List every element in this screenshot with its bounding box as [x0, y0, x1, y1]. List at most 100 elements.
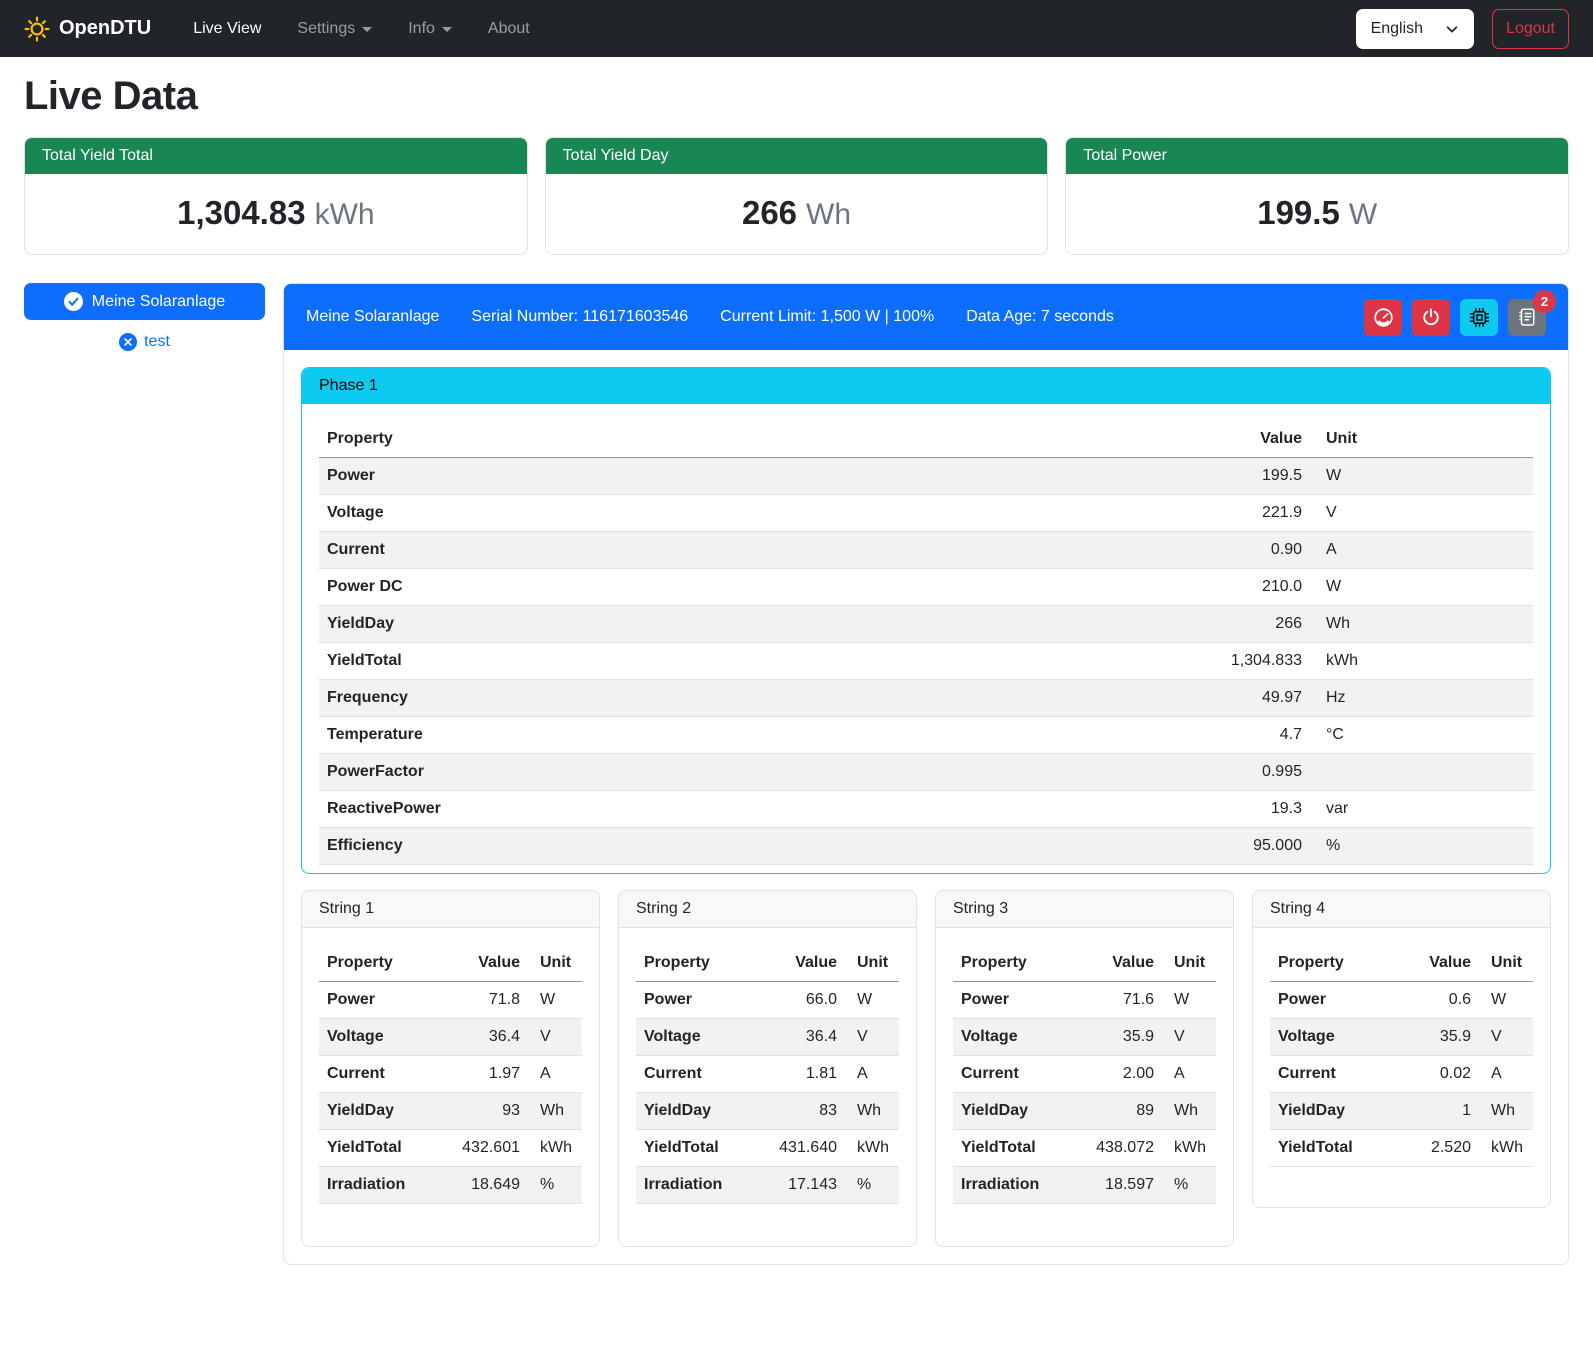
string-3-card: String 3 Property Value Unit	[935, 890, 1234, 1247]
phase-title: Phase 1	[302, 368, 1550, 404]
total-yield-day-card: Total Yield Day 266Wh	[545, 137, 1049, 255]
power-icon	[1421, 307, 1441, 327]
unit-cell: A	[1166, 1056, 1216, 1093]
property-cell: Power	[319, 982, 444, 1019]
selected-inverter-button[interactable]: Meine Solaranlage	[24, 283, 265, 320]
card-title: Total Power	[1066, 138, 1568, 174]
inverter-actions: 2	[1364, 299, 1546, 336]
column-header-property: Property	[1270, 945, 1395, 982]
unit-cell: W	[1318, 458, 1533, 495]
unit-cell: kWh	[1318, 643, 1533, 680]
total-power-value: 199.5	[1257, 194, 1340, 231]
table-row: YieldTotal432.601kWh	[319, 1130, 582, 1167]
unit-cell: kWh	[1483, 1130, 1533, 1167]
table-row: YieldDay83Wh	[636, 1093, 899, 1130]
string-4-table: Property Value Unit Power0.6WVoltage35.9…	[1270, 945, 1533, 1167]
nav-item-settings[interactable]: Settings	[281, 12, 388, 46]
table-row: YieldDay93Wh	[319, 1093, 582, 1130]
total-yield-total-unit: kWh	[315, 198, 375, 231]
x-circle-icon	[119, 333, 137, 351]
value-cell: 1,304.833	[1188, 643, 1318, 680]
value-cell: 221.9	[1188, 495, 1318, 532]
property-cell: Temperature	[319, 717, 1188, 754]
unit-cell: W	[1166, 982, 1216, 1019]
table-row: Voltage36.4V	[319, 1019, 582, 1056]
cpu-icon	[1469, 307, 1490, 328]
card-body: 266Wh	[546, 174, 1048, 254]
table-row: ReactivePower19.3var	[319, 791, 1533, 828]
inverter-card-body: Phase 1 Property Value Unit Power199.5WV…	[284, 350, 1568, 1264]
event-log-button[interactable]: 2	[1508, 299, 1546, 336]
property-cell: Power	[1270, 982, 1395, 1019]
logout-button[interactable]: Logout	[1492, 9, 1569, 49]
table-row: Frequency49.97Hz	[319, 680, 1533, 717]
property-cell: YieldTotal	[636, 1130, 761, 1167]
summary-cards-row: Total Yield Total 1,304.83kWh Total Yiel…	[24, 137, 1569, 255]
unit-cell: W	[1483, 982, 1533, 1019]
property-cell: YieldDay	[1270, 1093, 1395, 1130]
unit-cell: %	[532, 1167, 582, 1204]
nav-item-label: Live View	[193, 20, 261, 38]
unit-cell: W	[1318, 569, 1533, 606]
table-header-row: Property Value Unit	[319, 421, 1533, 458]
column-header-unit: Unit	[1318, 421, 1533, 458]
string-2-table: Property Value Unit Power66.0WVoltage36.…	[636, 945, 899, 1204]
value-cell: 35.9	[1078, 1019, 1166, 1056]
value-cell: 17.143	[761, 1167, 849, 1204]
property-cell: Voltage	[319, 1019, 444, 1056]
power-toggle-button[interactable]	[1412, 299, 1450, 336]
total-yield-day-value: 266	[742, 194, 797, 231]
value-cell: 0.90	[1188, 532, 1318, 569]
table-row: Irradiation18.649%	[319, 1167, 582, 1204]
column-header-property: Property	[319, 945, 444, 982]
value-cell: 36.4	[761, 1019, 849, 1056]
device-info-button[interactable]	[1460, 299, 1498, 336]
column-header-value: Value	[444, 945, 532, 982]
value-cell: 2.00	[1078, 1056, 1166, 1093]
string-4-card: String 4 Property Value Unit	[1252, 890, 1551, 1208]
unit-cell: Wh	[532, 1093, 582, 1130]
value-cell: 199.5	[1188, 458, 1318, 495]
nav-item-info[interactable]: Info	[392, 12, 468, 46]
unit-cell: %	[1318, 828, 1533, 865]
value-cell: 432.601	[444, 1130, 532, 1167]
column-header-value: Value	[1188, 421, 1318, 458]
value-cell: 438.072	[1078, 1130, 1166, 1167]
value-cell: 66.0	[761, 982, 849, 1019]
property-cell: Irradiation	[319, 1167, 444, 1204]
table-row: Current1.97A	[319, 1056, 582, 1093]
check-circle-icon	[64, 292, 83, 311]
journal-text-icon	[1517, 307, 1537, 327]
limit-settings-button[interactable]	[1364, 299, 1402, 336]
column-header-value: Value	[1078, 945, 1166, 982]
unit-cell: kWh	[532, 1130, 582, 1167]
string-body: Property Value Unit Power0.6WVoltage35.9…	[1253, 928, 1550, 1207]
value-cell: 1	[1395, 1093, 1483, 1130]
brand[interactable]: OpenDTU	[24, 16, 151, 42]
nav-item-label: Info	[408, 20, 435, 38]
inverter-card: Meine Solaranlage Serial Number: 1161716…	[283, 283, 1569, 1265]
property-cell: YieldDay	[319, 1093, 444, 1130]
unit-cell: A	[532, 1056, 582, 1093]
page-title: Live Data	[24, 74, 1569, 119]
nav-item-about[interactable]: About	[472, 12, 546, 46]
value-cell: 18.597	[1078, 1167, 1166, 1204]
inverter-limit: Current Limit: 1,500 W | 100%	[720, 308, 934, 326]
table-row: PowerFactor0.995	[319, 754, 1533, 791]
column-header-value: Value	[761, 945, 849, 982]
unit-cell: var	[1318, 791, 1533, 828]
string-title: String 4	[1253, 891, 1550, 928]
nav-item-live-view[interactable]: Live View	[177, 12, 277, 46]
unit-cell: V	[1483, 1019, 1533, 1056]
card-title: Total Yield Day	[546, 138, 1048, 174]
language-select[interactable]: English	[1356, 9, 1474, 49]
value-cell: 4.7	[1188, 717, 1318, 754]
other-inverter-link[interactable]: test	[24, 333, 265, 351]
property-cell: Current	[319, 1056, 444, 1093]
table-row: Current0.90A	[319, 532, 1533, 569]
value-cell: 35.9	[1395, 1019, 1483, 1056]
value-cell: 36.4	[444, 1019, 532, 1056]
column-header-unit: Unit	[1166, 945, 1216, 982]
property-cell: Power	[319, 458, 1188, 495]
card-title: Total Yield Total	[25, 138, 527, 174]
